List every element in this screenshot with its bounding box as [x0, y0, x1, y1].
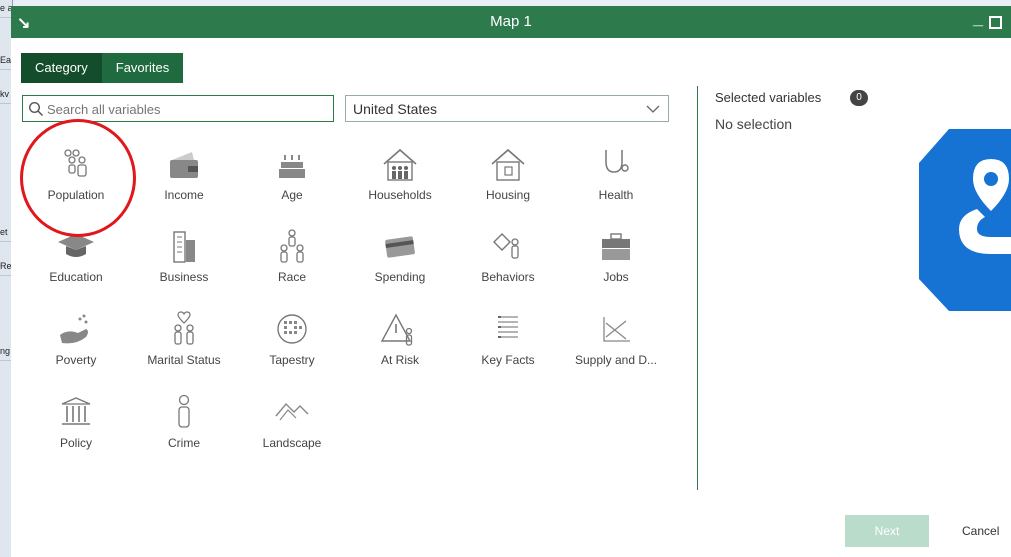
credit-card-icon [385, 236, 415, 258]
category-supply-and-demand[interactable]: Supply and D... [562, 309, 670, 381]
birthday-cake-icon [279, 155, 305, 178]
mountain-icon [275, 402, 309, 421]
tapestry-icon [277, 314, 307, 344]
category-label: Race [277, 270, 306, 284]
category-at-risk[interactable]: At Risk [346, 309, 454, 381]
category-poverty[interactable]: Poverty [22, 309, 130, 381]
dialog-title: Map 1 [490, 13, 532, 30]
selected-variables-title: Selected variables [715, 90, 822, 105]
stethoscope-icon [605, 150, 629, 173]
category-tapestry[interactable]: Tapestry [238, 309, 346, 381]
highlight-circle [20, 119, 136, 237]
category-households[interactable]: Households [346, 144, 454, 216]
category-label: Key Facts [481, 353, 535, 367]
category-label: Education [49, 270, 103, 284]
category-label: Jobs [603, 270, 629, 284]
category-label: Spending [374, 270, 426, 284]
category-income[interactable]: Income [130, 144, 238, 216]
person-icon [178, 394, 190, 428]
briefcase-icon [602, 233, 630, 260]
selected-count-badge: 0 [850, 90, 868, 106]
category-landscape[interactable]: Landscape [238, 392, 346, 464]
category-marital-status[interactable]: Marital Status [130, 309, 238, 381]
search-box [22, 95, 334, 123]
region-dropdown[interactable]: United States [345, 95, 669, 122]
panel-divider [697, 86, 698, 490]
wallet-icon [170, 152, 198, 178]
category-business[interactable]: Business [130, 226, 238, 298]
category-label: Crime [168, 436, 200, 450]
category-housing[interactable]: Housing [454, 144, 562, 216]
category-policy[interactable]: Policy [22, 392, 130, 464]
category-label: Housing [485, 188, 531, 202]
category-label: Landscape [262, 436, 322, 450]
category-label: At Risk [380, 353, 419, 367]
category-label: Marital Status [147, 353, 221, 367]
category-favorites-switch: Category Favorites [21, 53, 184, 83]
people-group-icon [280, 229, 304, 263]
category-label: Income [164, 188, 204, 202]
category-jobs[interactable]: Jobs [562, 226, 670, 298]
search-icon [28, 101, 44, 117]
category-health[interactable]: Health [562, 144, 670, 216]
buildings-icon [173, 231, 195, 263]
behaviors-icon [493, 233, 519, 259]
tab-category[interactable]: Category [21, 53, 102, 83]
location-pin-logo-icon [919, 129, 1011, 311]
category-label: Age [281, 188, 303, 202]
government-building-icon [61, 397, 91, 425]
chevron-down-icon [646, 105, 660, 113]
category-label: Supply and D... [574, 353, 658, 367]
category-label: Policy [59, 436, 92, 450]
category-crime[interactable]: Crime [130, 392, 238, 464]
maximize-button[interactable] [989, 16, 1002, 29]
category-label: Households [368, 188, 432, 202]
households-icon [383, 148, 417, 181]
supply-demand-icon [603, 317, 630, 342]
warning-person-icon [380, 313, 413, 346]
category-race[interactable]: Race [238, 226, 346, 298]
infographic-variables-dialog: ↘ Map 1 _ Category Favorites United Stat… [11, 6, 1011, 557]
category-label: Poverty [55, 353, 97, 367]
tab-favorites[interactable]: Favorites [102, 53, 183, 83]
region-selected-value: United States [353, 101, 438, 117]
next-button[interactable]: Next [845, 515, 929, 547]
no-selection-text: No selection [715, 116, 793, 132]
category-label: Behaviors [481, 270, 535, 284]
list-icon [498, 316, 518, 338]
minimize-button[interactable]: _ [973, 8, 983, 29]
category-label: Tapestry [269, 353, 315, 367]
category-spending[interactable]: Spending [346, 226, 454, 298]
category-behaviors[interactable]: Behaviors [454, 226, 562, 298]
hand-coins-icon [60, 314, 88, 344]
category-age[interactable]: Age [238, 144, 346, 216]
heart-couple-icon [174, 311, 194, 345]
house-icon [491, 148, 525, 181]
category-label: Health [598, 188, 634, 202]
category-label: Business [159, 270, 209, 284]
dialog-titlebar[interactable]: ↘ Map 1 _ [11, 6, 1011, 38]
cancel-button[interactable]: Cancel [962, 515, 1002, 547]
category-key-facts[interactable]: Key Facts [454, 309, 562, 381]
